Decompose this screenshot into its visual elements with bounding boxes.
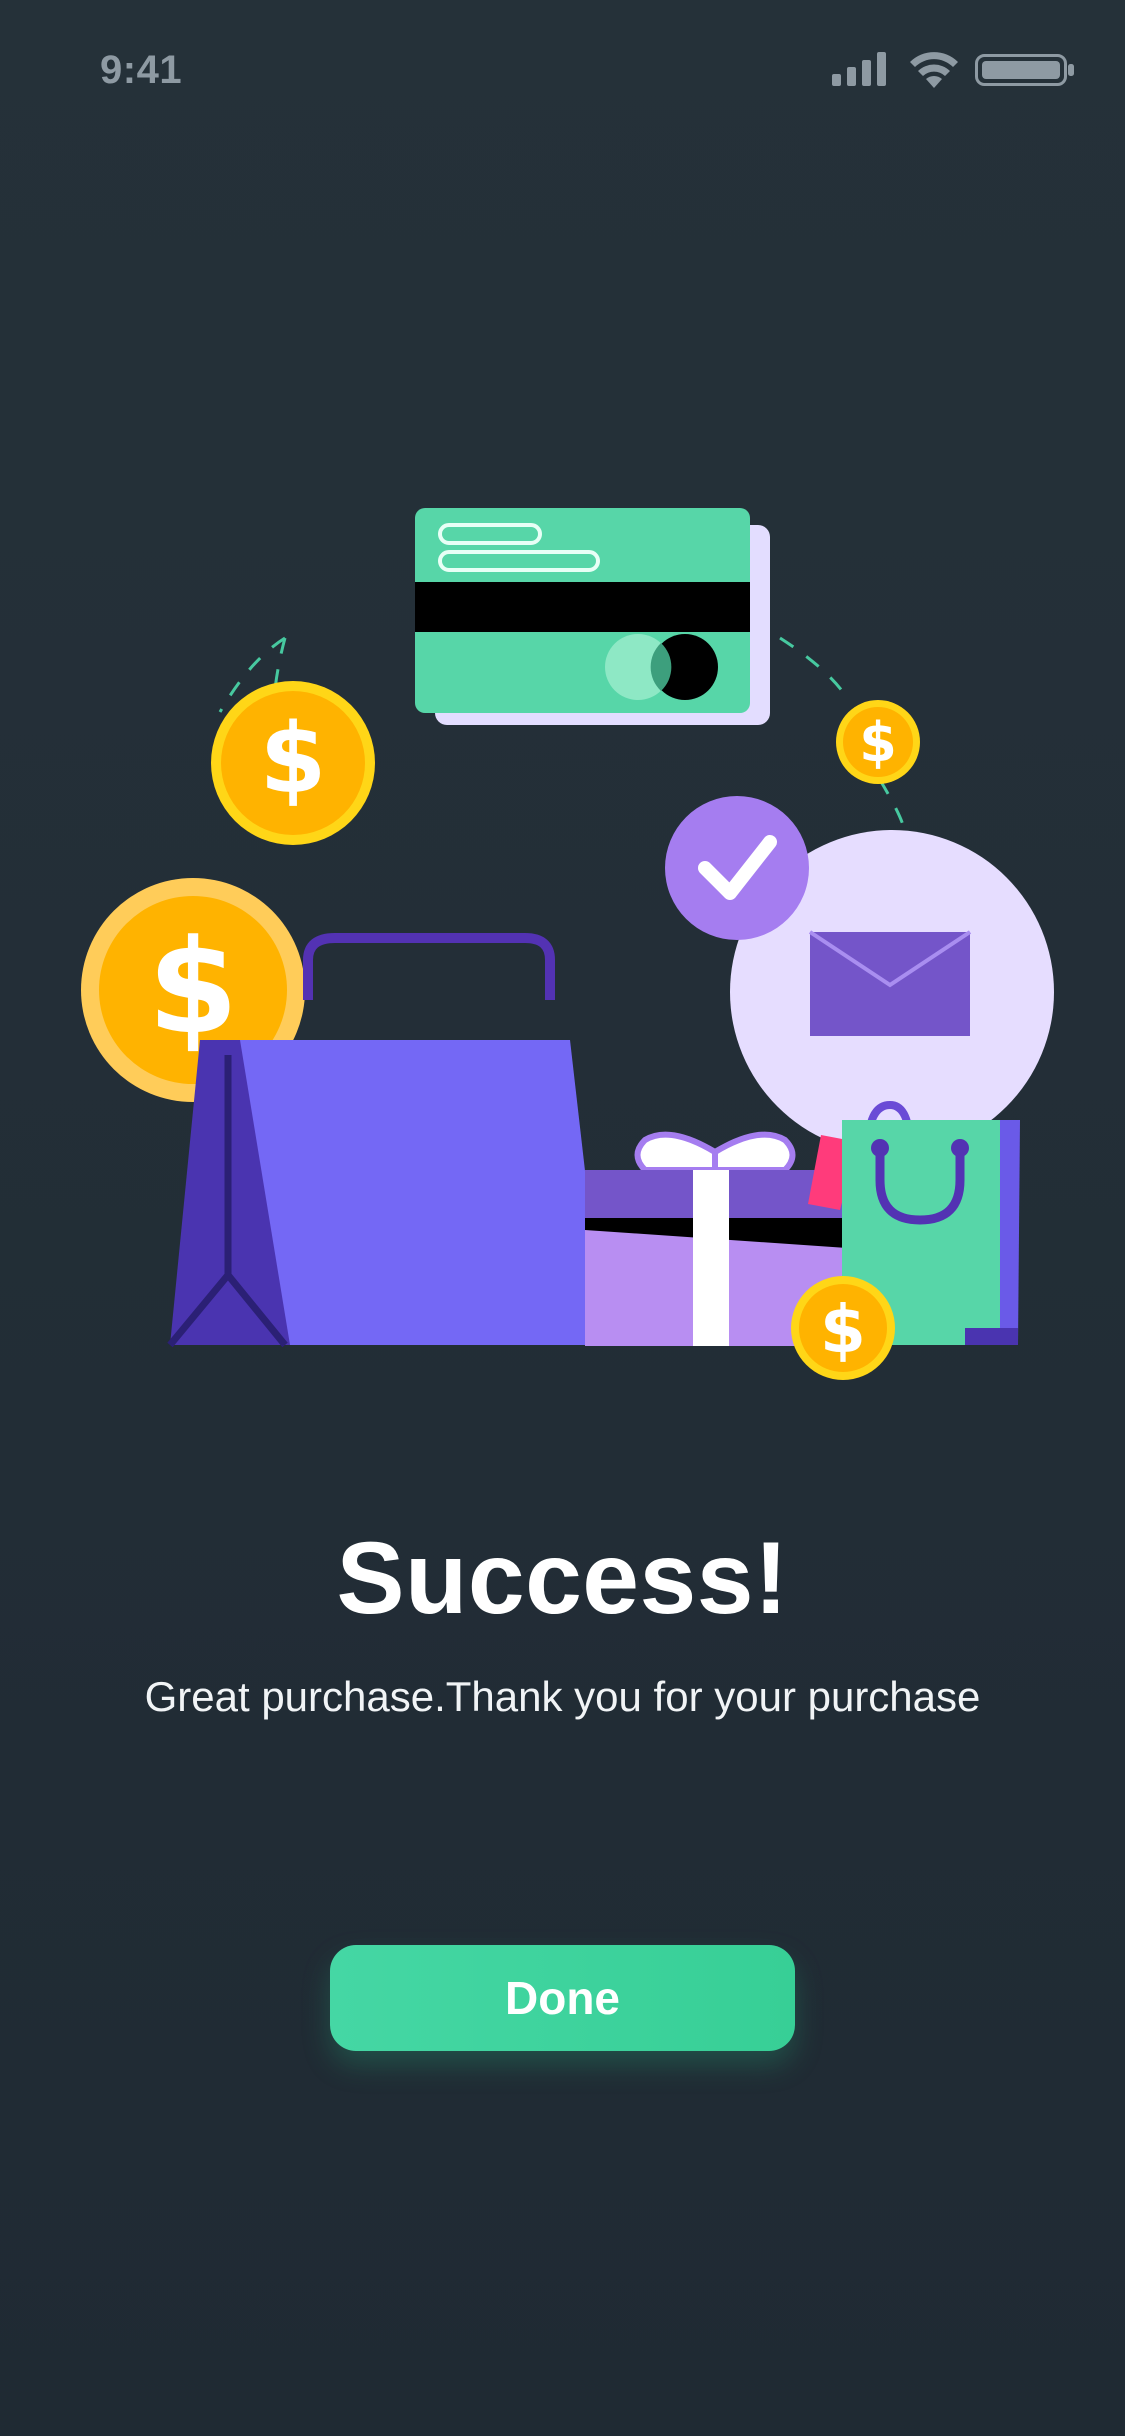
dollar-coin-icon: $ [211,681,375,845]
page-subtitle: Great purchase.Thank you for your purcha… [144,1673,981,1720]
checkmark-icon [665,796,809,940]
dollar-coin-icon: $ [836,700,920,784]
battery-icon [975,54,1074,86]
status-time: 9:41 [100,48,183,92]
coin-dollar-symbol: $ [859,711,897,774]
purchase-illustration: $ $ $ $ [81,508,1054,1380]
coin-dollar-symbol: $ [260,703,327,815]
done-button[interactable]: Done [330,1945,795,2051]
status-bar: 9:41 [0,0,1125,140]
page-title: Success! [336,1521,789,1635]
credit-card-icon [415,508,770,725]
dollar-coin-icon: $ [791,1276,895,1380]
status-icons [815,50,1075,90]
wifi-icon [910,52,958,88]
signal-icon [832,52,886,86]
envelope-icon [808,930,972,1036]
success-screen: 9:41 $ $ $ $ Success! Great purchase.Tha… [0,0,1125,2436]
coin-dollar-symbol: $ [820,1291,866,1368]
